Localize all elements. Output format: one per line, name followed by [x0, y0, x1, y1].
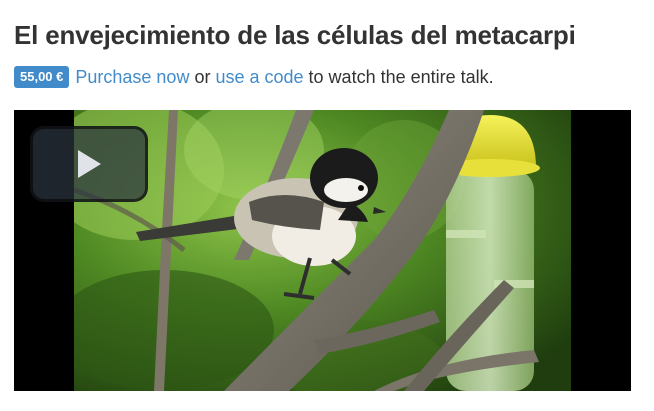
purchase-suffix-text: to watch the entire talk.	[308, 66, 494, 87]
play-icon	[78, 150, 101, 178]
talk-page: El envejecimiento de las células del met…	[0, 0, 654, 411]
video-still-bird-on-branch	[74, 110, 571, 391]
use-a-code-link[interactable]: use a code	[215, 67, 303, 88]
or-text: or	[194, 66, 211, 87]
video-player[interactable]	[14, 110, 631, 391]
page-title: El envejecimiento de las células del met…	[14, 20, 576, 50]
play-button[interactable]	[30, 126, 148, 202]
price-badge: 55,00 €	[14, 66, 70, 88]
purchase-bar: 55,00 € Purchase now or use a code to wa…	[14, 66, 499, 88]
video-frame	[74, 110, 571, 391]
purchase-now-link[interactable]: Purchase now	[75, 67, 189, 88]
